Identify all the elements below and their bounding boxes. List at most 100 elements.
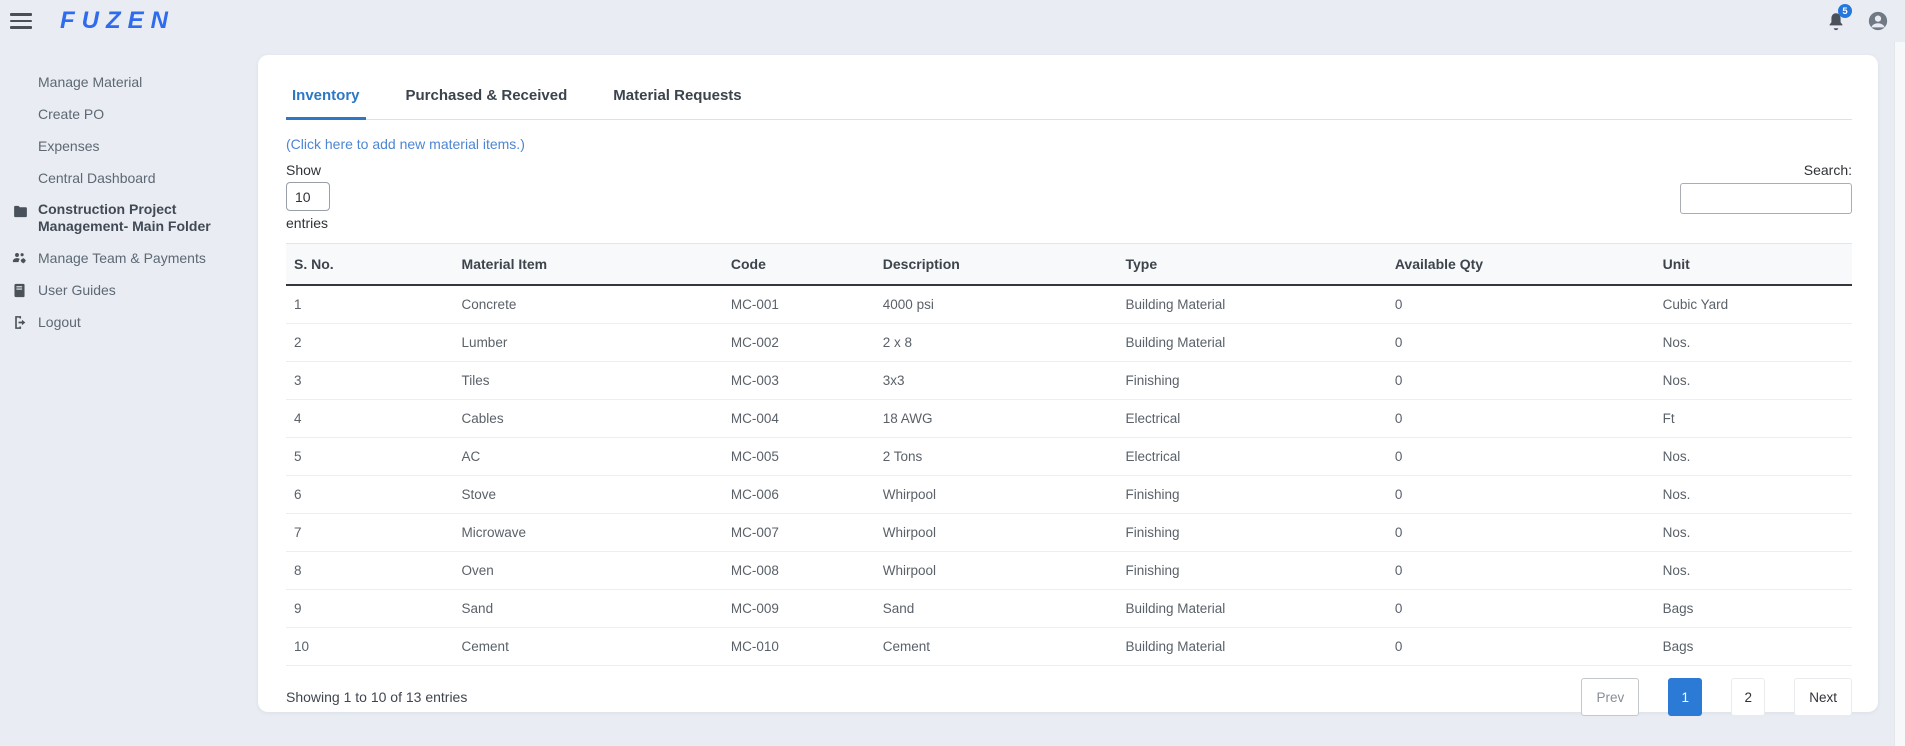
- sidebar-item-manage-team-payments[interactable]: Manage Team & Payments: [0, 242, 256, 274]
- col-header-sno[interactable]: S. No.: [286, 243, 454, 286]
- cell-material-item: Stove: [453, 475, 723, 514]
- add-material-link[interactable]: (Click here to add new material items.): [286, 136, 525, 152]
- menu-icon[interactable]: [10, 13, 32, 29]
- entries-label: entries: [286, 215, 329, 231]
- cell-code: MC-001: [722, 285, 875, 324]
- scrollbar[interactable]: [1894, 42, 1905, 746]
- cell-sno: 2: [286, 323, 454, 362]
- cell-sno: 9: [286, 589, 454, 628]
- inventory-panel: Inventory Purchased & Received Material …: [258, 55, 1878, 716]
- cell-material-item: Oven: [453, 551, 723, 590]
- col-header-code[interactable]: Code: [722, 243, 875, 286]
- tab-bar: Inventory Purchased & Received Material …: [286, 87, 1852, 120]
- table-row: 10 Cement MC-010 Cement Building Materia…: [286, 627, 1852, 666]
- cell-type: Building Material: [1117, 285, 1387, 324]
- cell-unit: Nos.: [1654, 323, 1852, 362]
- account-button[interactable]: [1867, 10, 1889, 32]
- cell-type: Finishing: [1117, 513, 1387, 552]
- notification-badge: 5: [1838, 4, 1852, 18]
- cell-type: Electrical: [1117, 399, 1387, 438]
- col-header-available-qty[interactable]: Available Qty: [1386, 243, 1655, 286]
- cell-code: MC-008: [722, 551, 875, 590]
- col-header-unit[interactable]: Unit: [1654, 243, 1852, 286]
- search-label: Search:: [1803, 162, 1852, 178]
- col-header-material-item[interactable]: Material Item: [453, 243, 723, 286]
- sidebar: Manage Material Create PO Expenses Centr…: [0, 42, 256, 338]
- blank-icon: [10, 73, 30, 91]
- pagination-page-2[interactable]: 2: [1731, 678, 1766, 716]
- cell-type: Finishing: [1117, 361, 1387, 400]
- cell-type: Finishing: [1117, 475, 1387, 514]
- page-length-control: Show 10 entries: [286, 162, 330, 231]
- blank-icon: [10, 169, 30, 187]
- table-row: 7 Microwave MC-007 Whirpool Finishing 0 …: [286, 513, 1852, 552]
- search-control: Search:: [1680, 162, 1852, 214]
- cell-code: MC-010: [722, 627, 875, 666]
- search-input[interactable]: [1680, 183, 1852, 214]
- cell-code: MC-009: [722, 589, 875, 628]
- tab-material-requests[interactable]: Material Requests: [607, 87, 747, 120]
- sidebar-item-central-dashboard[interactable]: Central Dashboard: [0, 162, 256, 194]
- table-row: 6 Stove MC-006 Whirpool Finishing 0 Nos.: [286, 475, 1852, 514]
- cell-sno: 6: [286, 475, 454, 514]
- cell-available-qty: 0: [1386, 627, 1655, 666]
- page-size-select[interactable]: 10: [286, 182, 330, 211]
- table-footer: Showing 1 to 10 of 13 entries Prev 1 2 N…: [286, 678, 1852, 716]
- table-controls: Show 10 entries Search:: [286, 162, 1852, 231]
- cell-unit: Nos.: [1654, 437, 1852, 476]
- cell-code: MC-002: [722, 323, 875, 362]
- sidebar-item-manage-material[interactable]: Manage Material: [0, 66, 256, 98]
- cell-sno: 8: [286, 551, 454, 590]
- table-row: 9 Sand MC-009 Sand Building Material 0 B…: [286, 589, 1852, 628]
- top-bar: FUZEN 5: [0, 0, 1905, 42]
- cell-code: MC-004: [722, 399, 875, 438]
- cell-available-qty: 0: [1386, 513, 1655, 552]
- cell-sno: 7: [286, 513, 454, 552]
- table-row: 4 Cables MC-004 18 AWG Electrical 0 Ft: [286, 399, 1852, 438]
- cell-available-qty: 0: [1386, 589, 1655, 628]
- tab-inventory[interactable]: Inventory: [286, 87, 366, 120]
- cell-available-qty: 0: [1386, 437, 1655, 476]
- show-label: Show: [286, 162, 322, 178]
- cell-unit: Nos.: [1654, 551, 1852, 590]
- pagination-next-button[interactable]: Next: [1794, 678, 1852, 716]
- cell-description: 2 Tons: [874, 437, 1118, 476]
- blank-icon: [10, 137, 30, 155]
- sidebar-item-create-po[interactable]: Create PO: [0, 98, 256, 130]
- folder-icon: [10, 202, 30, 220]
- cell-description: 4000 psi: [874, 285, 1118, 324]
- cell-available-qty: 0: [1386, 285, 1655, 324]
- cell-unit: Nos.: [1654, 361, 1852, 400]
- pagination-prev-button[interactable]: Prev: [1581, 678, 1640, 716]
- cell-description: 18 AWG: [874, 399, 1118, 438]
- cell-unit: Bags: [1654, 627, 1852, 666]
- col-header-type[interactable]: Type: [1117, 243, 1387, 286]
- cell-unit: Nos.: [1654, 513, 1852, 552]
- cell-available-qty: 0: [1386, 551, 1655, 590]
- cell-type: Finishing: [1117, 551, 1387, 590]
- cell-available-qty: 0: [1386, 361, 1655, 400]
- cell-code: MC-005: [722, 437, 875, 476]
- sidebar-item-user-guides[interactable]: User Guides: [0, 274, 256, 306]
- cell-sno: 1: [286, 285, 454, 324]
- cell-available-qty: 0: [1386, 475, 1655, 514]
- sidebar-item-logout[interactable]: Logout: [0, 306, 256, 338]
- sidebar-item-expenses[interactable]: Expenses: [0, 130, 256, 162]
- cell-code: MC-007: [722, 513, 875, 552]
- notifications-button[interactable]: 5: [1825, 4, 1852, 32]
- sidebar-item-construction-project-folder[interactable]: Construction Project Management- Main Fo…: [0, 194, 256, 242]
- table-header-row: S. No. Material Item Code Description Ty…: [286, 243, 1852, 286]
- cell-sno: 4: [286, 399, 454, 438]
- cell-available-qty: 0: [1386, 399, 1655, 438]
- topbar-actions: 5: [1825, 4, 1905, 32]
- tab-purchased-received[interactable]: Purchased & Received: [400, 87, 574, 120]
- cell-description: Cement: [874, 627, 1118, 666]
- team-icon: [10, 249, 30, 267]
- table-row: 5 AC MC-005 2 Tons Electrical 0 Nos.: [286, 437, 1852, 476]
- pagination-page-1[interactable]: 1: [1668, 678, 1703, 716]
- col-header-description[interactable]: Description: [874, 243, 1118, 286]
- cell-available-qty: 0: [1386, 323, 1655, 362]
- cell-unit: Cubic Yard: [1654, 285, 1852, 324]
- app-logo[interactable]: FUZEN: [60, 7, 175, 35]
- table-row: 8 Oven MC-008 Whirpool Finishing 0 Nos.: [286, 551, 1852, 590]
